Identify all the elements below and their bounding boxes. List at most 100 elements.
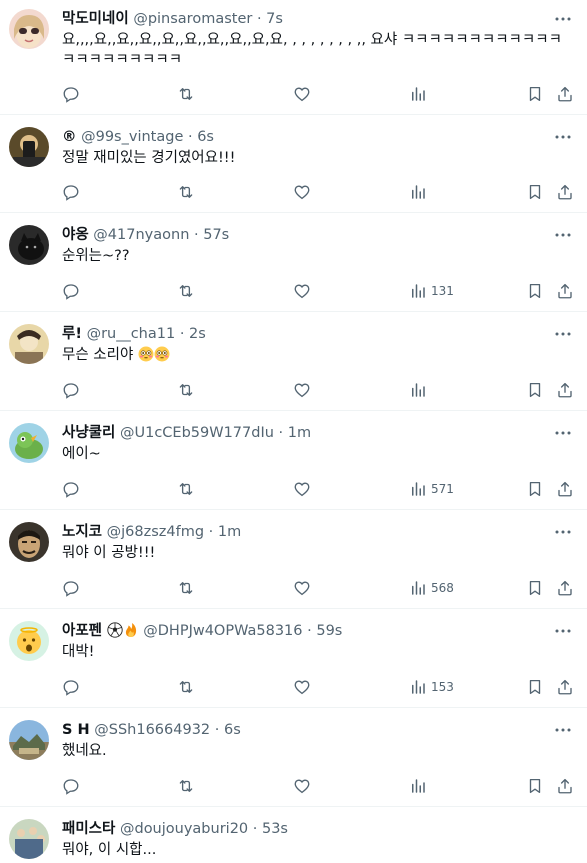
user-handle[interactable]: @U1cCEb59W177dIu [120,425,274,441]
share-button[interactable] [556,578,574,598]
bookmark-button[interactable] [526,380,544,400]
views-button[interactable] [409,182,431,202]
tweet[interactable]: 아포펜 @DHPJw4OPWa58316 · 59s 대박! 153 [0,609,587,708]
reply-button[interactable] [62,380,80,400]
avatar[interactable] [9,522,49,562]
share-button[interactable] [556,776,574,796]
user-handle[interactable]: @doujouyaburi20 [120,821,248,837]
more-icon[interactable] [553,522,573,542]
share-button[interactable] [556,677,574,697]
display-name[interactable]: 아포펜 [62,623,102,639]
like-button[interactable] [293,182,311,202]
user-handle[interactable]: @SSh16664932 [94,722,210,738]
more-icon[interactable] [553,621,573,641]
display-name[interactable]: 막도미네이 [62,11,129,27]
avatar[interactable] [9,9,49,49]
share-button[interactable] [556,479,574,499]
more-icon[interactable] [553,9,573,29]
timestamp[interactable]: 1m [218,524,241,540]
tweet[interactable]: 막도미네이 @pinsaromaster · 7s 요,,,,요,,요,,요,,… [0,0,587,115]
bookmark-button[interactable] [526,182,544,202]
like-button[interactable] [293,578,311,598]
display-name[interactable]: ® [62,129,77,145]
bookmark-button[interactable] [526,578,544,598]
retweet-button[interactable] [177,677,195,697]
views-button[interactable]: 153 [409,677,454,697]
share-button[interactable] [556,84,574,104]
timestamp[interactable]: 7s [266,11,283,27]
tweet[interactable]: ® @99s_vintage · 6s 정말 재미있는 경기였어요!!! [0,115,587,213]
retweet-button[interactable] [177,578,195,598]
tweet[interactable]: 야옹 @417nyaonn · 57s 순위는~?? 131 [0,213,587,312]
views-button[interactable]: 131 [409,281,454,301]
like-button[interactable] [293,479,311,499]
timestamp[interactable]: 1m [288,425,311,441]
reply-button[interactable] [62,578,80,598]
share-button[interactable] [556,182,574,202]
timestamp[interactable]: 59s [316,623,342,639]
user-handle[interactable]: @DHPJw4OPWa58316 [143,623,302,639]
reply-button[interactable] [62,281,80,301]
bookmark-button[interactable] [526,479,544,499]
avatar[interactable] [9,225,49,265]
tweet[interactable]: 패미스타 @doujouyaburi20 · 53s 뭐야, 이 시합... [0,807,587,863]
display-name[interactable]: 루! [62,326,82,342]
share-button[interactable] [556,380,574,400]
display-name[interactable]: S H [62,722,90,738]
like-button[interactable] [293,380,311,400]
reply-button[interactable] [62,479,80,499]
more-icon[interactable] [553,127,573,147]
display-name[interactable]: 패미스타 [62,821,115,837]
user-handle[interactable]: @ru__cha11 [87,326,176,342]
reply-button[interactable] [62,776,80,796]
retweet-button[interactable] [177,776,195,796]
tweet[interactable]: 루! @ru__cha11 · 2s 무슨 소리야 [0,312,587,411]
avatar[interactable] [9,819,49,859]
tweet[interactable]: S H @SSh16664932 · 6s 했네요. [0,708,587,807]
reply-button[interactable] [62,677,80,697]
display-name[interactable]: 노지코 [62,524,102,540]
retweet-button[interactable] [177,281,195,301]
share-button[interactable] [556,281,574,301]
more-icon[interactable] [553,225,573,245]
more-icon[interactable] [553,423,573,443]
timestamp[interactable]: 6s [197,129,214,145]
like-button[interactable] [293,776,311,796]
timestamp[interactable]: 53s [262,821,288,837]
more-icon[interactable] [553,324,573,344]
more-icon[interactable] [553,720,573,740]
bookmark-button[interactable] [526,776,544,796]
views-button[interactable] [409,84,431,104]
like-button[interactable] [293,677,311,697]
views-button[interactable] [409,776,431,796]
timestamp[interactable]: 6s [224,722,241,738]
timestamp[interactable]: 2s [189,326,206,342]
views-button[interactable]: 571 [409,479,454,499]
avatar[interactable] [9,423,49,463]
reply-button[interactable] [62,182,80,202]
views-button[interactable]: 568 [409,578,454,598]
display-name[interactable]: 야옹 [62,227,89,243]
retweet-button[interactable] [177,182,195,202]
avatar[interactable] [9,127,49,167]
retweet-button[interactable] [177,84,195,104]
user-handle[interactable]: @99s_vintage [81,129,183,145]
views-button[interactable] [409,380,431,400]
reply-button[interactable] [62,84,80,104]
tweet[interactable]: 노지코 @j68zsz4fmg · 1m 뭐야 이 공방!!! 568 [0,510,587,609]
bookmark-button[interactable] [526,84,544,104]
tweet[interactable]: 사냥쿨리 @U1cCEb59W177dIu · 1m 에이~ 571 [0,411,587,510]
bookmark-button[interactable] [526,677,544,697]
avatar[interactable] [9,324,49,364]
like-button[interactable] [293,84,311,104]
like-button[interactable] [293,281,311,301]
retweet-button[interactable] [177,479,195,499]
avatar[interactable] [9,621,49,661]
display-name[interactable]: 사냥쿨리 [62,425,115,441]
timestamp[interactable]: 57s [203,227,229,243]
avatar[interactable] [9,720,49,760]
retweet-button[interactable] [177,380,195,400]
bookmark-button[interactable] [526,281,544,301]
user-handle[interactable]: @pinsaromaster [133,11,252,27]
user-handle[interactable]: @j68zsz4fmg [107,524,204,540]
